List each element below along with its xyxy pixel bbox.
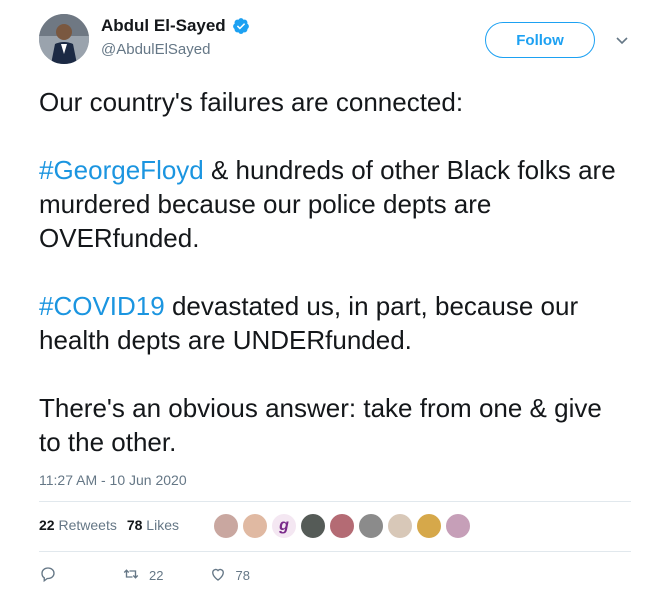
reply-button[interactable] — [39, 565, 57, 586]
liker-avatar[interactable] — [213, 513, 239, 539]
liker-avatar[interactable] — [416, 513, 442, 539]
retweet-count: 22 — [149, 568, 164, 583]
liker-avatar[interactable] — [387, 513, 413, 539]
like-count: 78 — [235, 568, 250, 583]
text-segment: Our country's failures are connected: — [39, 87, 464, 117]
liker-avatar[interactable] — [358, 513, 384, 539]
tweet-paragraph: Our country's failures are connected: — [39, 85, 629, 119]
chevron-down-icon[interactable] — [614, 32, 630, 48]
liker-avatar[interactable] — [445, 513, 471, 539]
author-handle[interactable]: @AbdulElSayed — [101, 41, 250, 58]
tweet-paragraph: There's an obvious answer: take from one… — [39, 391, 629, 459]
liker-avatar[interactable] — [300, 513, 326, 539]
hashtag-link[interactable]: #GeorgeFloyd — [39, 155, 204, 185]
liker-avatar[interactable] — [329, 513, 355, 539]
divider — [39, 501, 631, 502]
retweet-button[interactable]: 22 — [121, 565, 163, 586]
retweets-stat[interactable]: 22 Retweets — [39, 517, 117, 533]
verified-badge-icon — [232, 17, 250, 35]
text-segment: There's an obvious answer: take from one… — [39, 393, 602, 457]
author-info: Abdul El-Sayed @AbdulElSayed — [101, 16, 250, 58]
author-avatar[interactable] — [39, 14, 89, 64]
liker-avatar[interactable] — [242, 513, 268, 539]
likes-stat[interactable]: 78 Likes — [127, 517, 179, 533]
tweet-actions: 22 78 — [39, 565, 250, 586]
tweet-paragraph: #GeorgeFloyd & hundreds of other Black f… — [39, 153, 629, 255]
divider — [39, 551, 631, 552]
retweet-icon — [121, 565, 141, 586]
like-button[interactable]: 78 — [209, 565, 250, 586]
tweet-paragraph: #COVID19 devastated us, in part, because… — [39, 289, 629, 357]
heart-icon — [209, 565, 227, 586]
liker-avatars: g — [213, 513, 471, 539]
tweet-timestamp[interactable]: 11:27 AM - 10 Jun 2020 — [39, 472, 187, 488]
reply-icon — [39, 565, 57, 586]
follow-button[interactable]: Follow — [485, 22, 595, 58]
engagement-stats: 22 Retweets 78 Likes — [39, 517, 179, 533]
liker-avatar[interactable]: g — [271, 513, 297, 539]
hashtag-link[interactable]: #COVID19 — [39, 291, 165, 321]
tweet-text: Our country's failures are connected: #G… — [39, 85, 629, 459]
author-display-name[interactable]: Abdul El-Sayed — [101, 16, 226, 36]
